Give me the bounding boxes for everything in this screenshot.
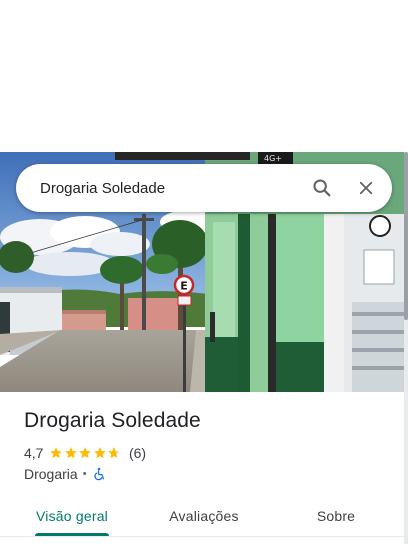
category-row: Drogaria •: [24, 465, 106, 483]
rating-value: 4,7: [24, 445, 44, 461]
parking-sign-letter: E: [180, 280, 188, 293]
star-icon: [108, 447, 121, 459]
place-title: Drogaria Soledade: [24, 409, 201, 432]
star-icon: [79, 447, 92, 459]
tabs-divider: [0, 536, 404, 537]
svg-text:4G+: 4G+: [264, 154, 282, 163]
search-bar[interactable]: Drogaria Soledade: [16, 164, 392, 212]
clear-search-button[interactable]: [346, 168, 386, 208]
star-icon: [94, 447, 106, 459]
review-count[interactable]: (6): [129, 445, 146, 461]
tab-visao-geral[interactable]: Visão geral: [22, 496, 122, 536]
scrollbar-thumb[interactable]: [404, 152, 408, 320]
search-button[interactable]: [302, 168, 342, 208]
tab-bar: Visão geral Avaliações Sobre: [0, 496, 404, 544]
star-rating: [49, 446, 122, 460]
wheelchair-icon[interactable]: [92, 467, 106, 481]
rating-row[interactable]: 4,7 (6): [24, 444, 146, 462]
close-icon: [359, 181, 373, 195]
star-icon: [65, 447, 77, 459]
star-icon: [50, 447, 63, 459]
tab-avaliacoes[interactable]: Avaliações: [154, 496, 254, 536]
separator-dot: •: [82, 468, 87, 480]
search-icon: [313, 179, 331, 197]
tab-sobre[interactable]: Sobre: [286, 496, 386, 536]
search-input[interactable]: Drogaria Soledade: [16, 180, 302, 197]
place-category: Drogaria: [24, 466, 78, 482]
